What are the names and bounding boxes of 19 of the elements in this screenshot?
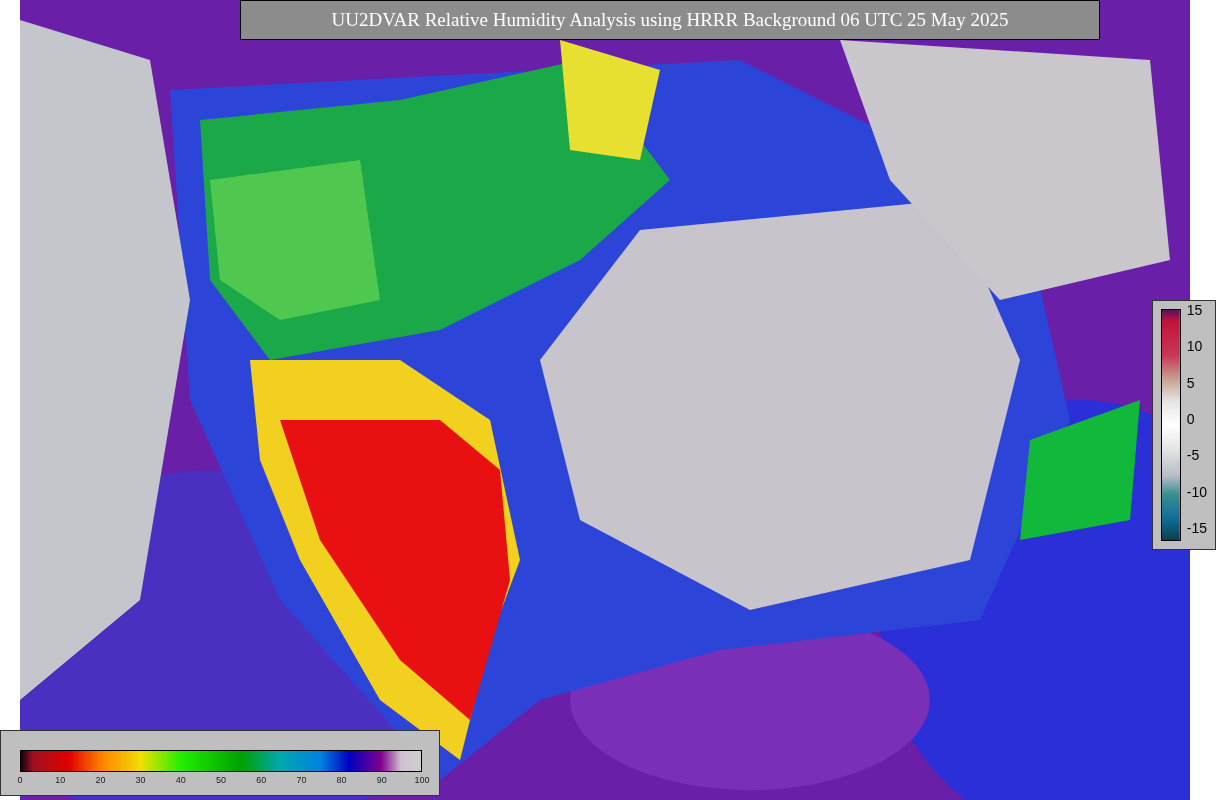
tick-label: 40 — [175, 774, 186, 786]
tick-label: 30 — [135, 774, 146, 786]
tick-label: 90 — [376, 774, 387, 786]
map-title: UU2DVAR Relative Humidity Analysis using HRRR Background 06 UTC 25 May 2025 — [240, 0, 1100, 40]
tick-label: 50 — [216, 774, 226, 786]
tick-label: 20 — [95, 774, 106, 786]
tick-label: 60 — [256, 774, 267, 786]
tick-label: 80 — [336, 774, 347, 786]
tick-label: -10 — [1186, 484, 1207, 499]
tick-label: 0 — [1186, 412, 1196, 426]
tick-label: -5 — [1186, 448, 1201, 463]
tick-label: 100 — [414, 774, 430, 786]
tick-label: 70 — [296, 774, 307, 786]
tick-label: 5 — [1186, 375, 1196, 390]
tick-label: 15 — [1186, 303, 1204, 317]
tick-label: 10 — [55, 774, 66, 786]
tick-label: -15 — [1186, 520, 1207, 535]
tick-label: 10 — [1186, 339, 1204, 354]
tick-label: 0 — [17, 774, 23, 786]
